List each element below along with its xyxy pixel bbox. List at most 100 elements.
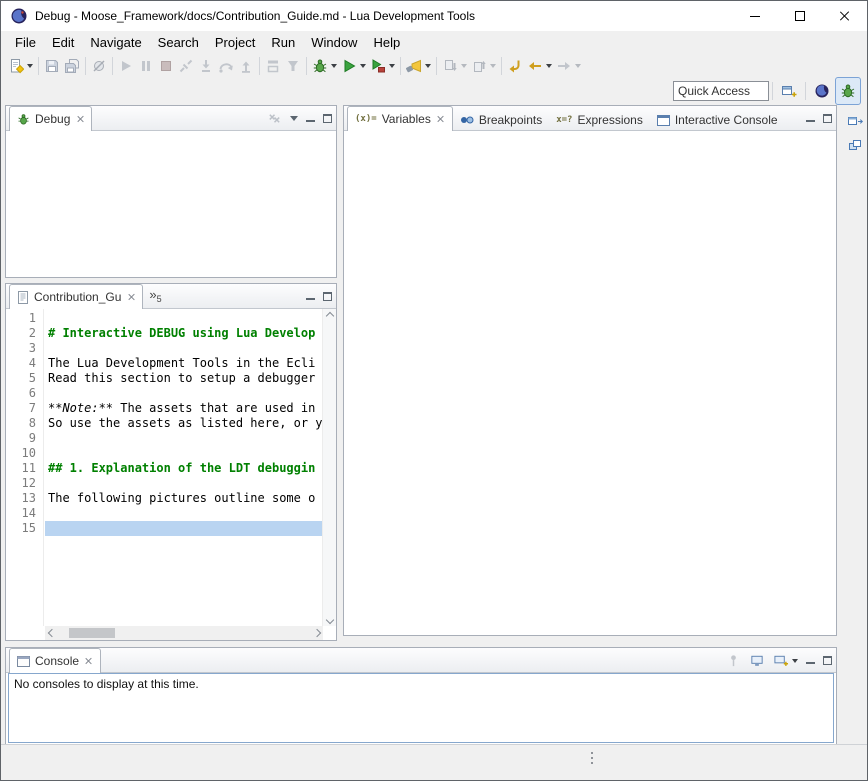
pin-console-icon[interactable] [726,653,741,668]
tab-breakpoints[interactable]: Breakpoints [453,110,549,130]
tab-overflow-chevron-icon: » [149,288,156,302]
maximize-view-icon[interactable] [323,114,332,123]
debug-view-content[interactable] [6,131,336,277]
last-edit-location-icon [507,58,523,74]
quick-access-field[interactable]: Quick Access [673,81,769,101]
scroll-down-icon[interactable] [323,613,336,626]
variables-view-content[interactable] [344,131,836,635]
suspend-button[interactable] [136,55,156,77]
open-perspective-button[interactable] [776,77,802,105]
app-logo-icon[interactable] [10,7,28,25]
toolbar-separator [772,82,773,100]
editor-text-area[interactable]: # Interactive DEBUG using Lua Develop Th… [45,309,323,626]
open-perspective-icon [781,83,797,99]
terminate-button[interactable] [156,55,176,77]
minimized-view-restore-button[interactable] [844,111,866,131]
forward-button[interactable] [554,55,583,77]
tab-contribution-guide[interactable]: Contribution_Gu [9,284,143,309]
search-button[interactable] [404,55,433,77]
save-all-icon [64,58,80,74]
remove-all-terminated-icon[interactable] [267,111,282,126]
tab-interactive-console[interactable]: Interactive Console [650,110,785,130]
next-annotation-button[interactable] [440,55,469,77]
scroll-up-icon[interactable] [323,309,336,322]
save-button[interactable] [42,55,62,77]
editor-tab-overflow[interactable]: » 5 [143,288,167,308]
trim-drag-handle[interactable] [591,752,593,764]
step-over-icon [218,58,234,74]
tab-variables[interactable]: (x)= Variables [347,106,453,131]
minimize-editor-icon[interactable] [306,292,315,301]
step-return-button[interactable] [236,55,256,77]
scroll-left-icon[interactable] [45,626,58,639]
last-edit-location-button[interactable] [505,55,525,77]
debug-perspective-button[interactable] [835,77,861,105]
close-debug-tab-icon[interactable] [76,115,84,123]
skip-all-breakpoints-button[interactable] [89,55,109,77]
minimize-view-icon[interactable] [806,114,815,123]
code-line: The Lua Development Tools in the Ecli [45,356,323,371]
drop-to-frame-button[interactable] [263,55,283,77]
menu-help[interactable]: Help [365,33,408,52]
line-number-ruler[interactable]: 12 34 56 78 910 1112 1314 15 [6,309,44,626]
save-icon [44,58,60,74]
run-icon [341,58,357,74]
menu-run[interactable]: Run [263,33,303,52]
new-wizard-button[interactable] [6,55,35,77]
step-into-icon [198,58,214,74]
step-into-button[interactable] [196,55,216,77]
minimized-view-restore-icon [847,114,864,129]
minimize-console-icon[interactable] [806,656,815,665]
maximize-view-icon[interactable] [823,114,832,123]
maximize-console-icon[interactable] [823,656,832,665]
close-variables-tab-icon[interactable] [437,115,445,123]
back-button[interactable] [525,55,554,77]
menu-edit[interactable]: Edit [44,33,82,52]
use-step-filters-button[interactable] [283,55,303,77]
minimize-view-icon[interactable] [306,114,315,123]
tab-overflow-count: 5 [157,295,162,304]
debug-panel-toolbar [267,106,332,131]
tab-debug-view[interactable]: Debug [9,106,92,131]
step-over-button[interactable] [216,55,236,77]
expressions-tab-label: Expressions [577,113,642,127]
editor-horizontal-scrollbar[interactable] [45,626,323,640]
close-window-icon[interactable] [822,1,867,31]
close-editor-tab-icon[interactable] [127,293,135,301]
display-selected-console-icon[interactable] [749,653,765,668]
menu-search[interactable]: Search [150,33,207,52]
minimized-view-stack-icon [847,137,863,153]
maximize-window-icon[interactable] [777,1,822,31]
scroll-right-icon[interactable] [310,626,323,639]
ldt-perspective-button[interactable] [809,77,835,105]
tab-console[interactable]: Console [9,648,101,673]
close-console-tab-icon[interactable] [85,657,93,665]
debug-button[interactable] [310,55,339,77]
variables-tab-label: Variables [382,112,431,126]
horizontal-scroll-thumb[interactable] [69,628,115,638]
interactive-console-icon [657,115,670,126]
maximize-editor-icon[interactable] [323,292,332,301]
minimize-window-icon[interactable] [732,1,777,31]
breakpoints-tab-label: Breakpoints [479,113,542,127]
tab-expressions[interactable]: x=? Expressions [549,110,650,130]
external-tools-button[interactable] [368,55,397,77]
disconnect-button[interactable] [176,55,196,77]
menu-file[interactable]: File [7,33,44,52]
editor-vertical-scrollbar[interactable] [322,309,336,626]
editor-tab-header: Contribution_Gu » 5 [6,284,336,309]
code-line [45,386,323,401]
minimized-view-stack-button[interactable] [844,135,866,155]
run-button[interactable] [339,55,368,77]
menu-window[interactable]: Window [303,33,365,52]
code-line [45,506,323,521]
console-panel: Console [5,647,837,746]
menu-navigate[interactable]: Navigate [82,33,149,52]
disconnect-icon [178,58,194,74]
view-menu-icon[interactable] [290,116,298,121]
open-console-button[interactable] [773,653,798,668]
previous-annotation-button[interactable] [469,55,498,77]
save-all-button[interactable] [62,55,82,77]
resume-button[interactable] [116,55,136,77]
menu-project[interactable]: Project [207,33,263,52]
